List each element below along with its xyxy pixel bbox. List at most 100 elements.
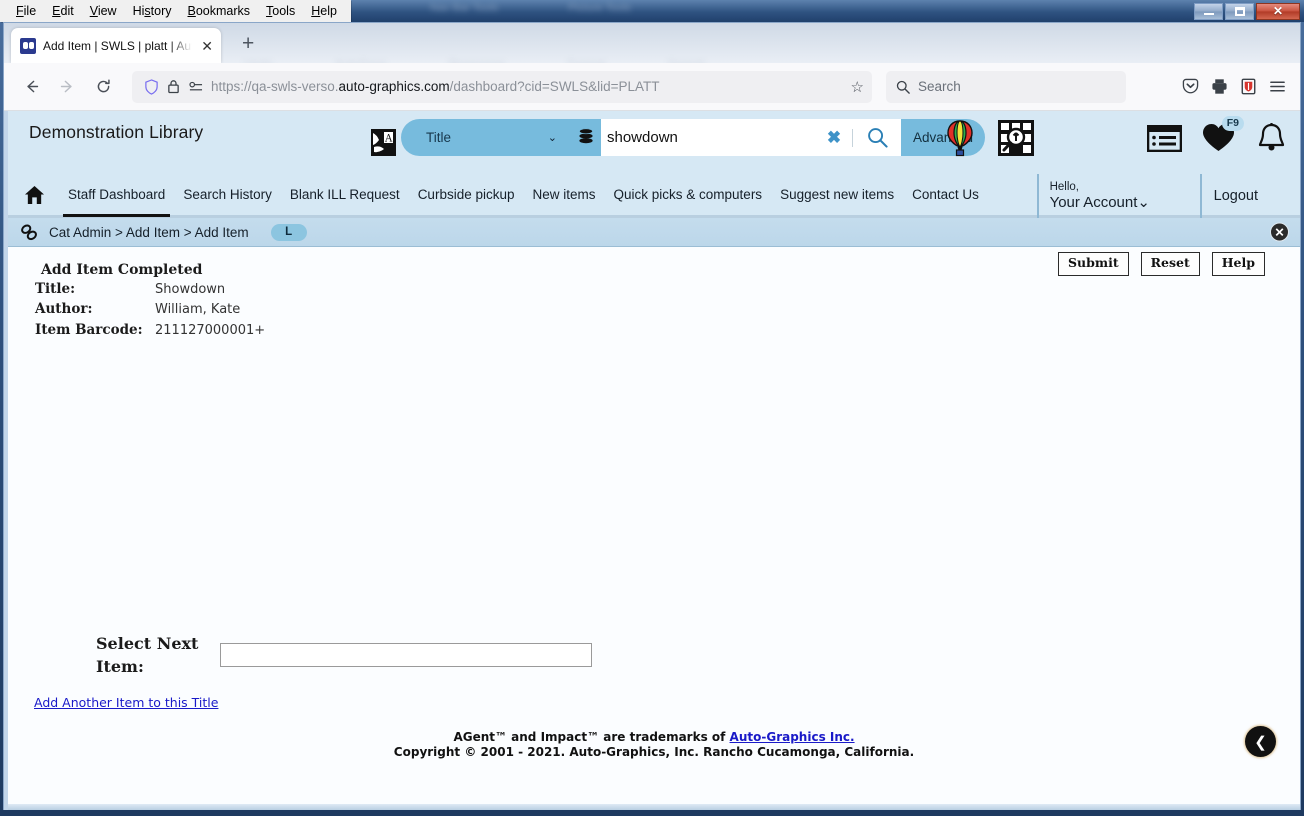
link-chain-icon[interactable]: [20, 223, 39, 241]
maximize-button[interactable]: [1225, 2, 1254, 20]
nav-quick-picks-computers[interactable]: Quick picks & computers: [605, 173, 772, 217]
field-author-label: Author:: [35, 301, 93, 317]
account-menu[interactable]: Hello, Your Account⌄: [1036, 174, 1150, 218]
browser-toolbar-icons: [1182, 78, 1290, 95]
window-controls[interactable]: ✕: [1194, 2, 1300, 20]
svg-text:A: A: [384, 134, 393, 145]
forward-button[interactable]: [50, 71, 84, 103]
browser-search-box[interactable]: Search: [886, 70, 1126, 103]
shield-icon[interactable]: [144, 78, 159, 95]
my-lists-icon[interactable]: [1147, 124, 1182, 152]
field-title-label: Title:: [35, 281, 76, 297]
browser-navbar: https://qa-swls-verso.auto-graphics.com/…: [4, 63, 1300, 111]
auto-graphics-link[interactable]: Auto-Graphics Inc.: [730, 730, 855, 744]
add-another-item-link[interactable]: Add Another Item to this Title: [34, 695, 218, 710]
chevron-left-icon: ❮: [1254, 733, 1267, 751]
form-content: Add Item Completed Submit Reset Help Tit…: [8, 247, 1300, 807]
library-name: Demonstration Library: [29, 122, 204, 142]
search-index-select[interactable]: Title ⌄: [401, 119, 571, 156]
select-next-item-input[interactable]: [220, 643, 592, 667]
close-window-button[interactable]: ✕: [1256, 2, 1300, 20]
favorites-heart-icon[interactable]: F9: [1202, 116, 1244, 153]
new-tab-button[interactable]: +: [242, 33, 254, 55]
menu-bar[interactable]: File Edit View History Bookmarks Tools H…: [0, 0, 351, 22]
close-icon[interactable]: ✕: [1270, 222, 1289, 242]
select-next-item-label: Select Next Item:: [96, 634, 199, 676]
menu-history[interactable]: History: [125, 2, 180, 20]
field-title-value: Showdown: [155, 282, 226, 297]
menu-tools[interactable]: Tools: [258, 2, 303, 20]
browser-tab[interactable]: Add Item | SWLS | platt | Auto-G ✕: [11, 28, 221, 63]
breadcrumb-badge[interactable]: L: [270, 223, 307, 241]
chevron-down-icon: ⌄: [547, 132, 557, 144]
search-submit-button[interactable]: [853, 119, 901, 156]
arrow-left-icon: [26, 80, 38, 93]
footer-line-2: Copyright © 2001 - 2021. Auto-Graphics, …: [393, 745, 915, 759]
back-button[interactable]: [14, 71, 48, 103]
nav-new-items[interactable]: New items: [524, 173, 605, 217]
browse-shelf-icon[interactable]: [997, 119, 1035, 157]
url-text: https://qa-swls-verso.auto-graphics.com/…: [211, 79, 660, 94]
print-icon[interactable]: [1211, 78, 1228, 95]
web-page-content: Demonstration Library A Title ⌄ showdown…: [4, 111, 1300, 810]
page-footer: AGent™ and Impact™ are trademarks of Aut…: [8, 730, 1300, 760]
submit-button[interactable]: Submit: [1058, 252, 1129, 276]
chevron-down-icon: ⌄: [1137, 194, 1150, 211]
reload-button[interactable]: [86, 71, 120, 103]
catalog-search-group: Title ⌄ showdown ✖ Advanced: [401, 119, 985, 156]
action-button-row: Submit Reset Help: [1058, 252, 1265, 276]
lock-icon[interactable]: [167, 79, 180, 94]
nav-curbside-pickup[interactable]: Curbside pickup: [409, 173, 524, 217]
translate-icon[interactable]: A: [371, 129, 396, 156]
menu-view[interactable]: View: [82, 2, 125, 20]
nav-suggest-new-items[interactable]: Suggest new items: [771, 173, 903, 217]
account-label: Your Account⌄: [1049, 194, 1150, 211]
breadcrumb-trail[interactable]: Cat Admin > Add Item > Add Item: [49, 225, 249, 240]
search-index-value: Title: [426, 130, 452, 145]
tab-strip: UndoAutoSaveRearrangeFormatSearch Add It…: [4, 23, 1300, 71]
nav-blank-ill-request[interactable]: Blank ILL Request: [281, 173, 409, 217]
reset-button[interactable]: Reset: [1140, 252, 1200, 276]
database-select-icon[interactable]: [571, 119, 601, 156]
app-header: Demonstration Library A Title ⌄ showdown…: [8, 111, 1300, 174]
search-icon: [867, 128, 888, 148]
database-icon: [579, 128, 593, 144]
arrow-right-icon: [60, 80, 72, 93]
menu-help[interactable]: Help: [303, 2, 345, 20]
extension-icon[interactable]: [1240, 78, 1257, 95]
field-author: Author: William, Kate: [35, 301, 240, 317]
address-bar[interactable]: https://qa-swls-verso.auto-graphics.com/…: [132, 70, 872, 103]
field-item-barcode: Item Barcode: 211127000001+: [35, 322, 265, 338]
nav-contact-us[interactable]: Contact Us: [903, 173, 988, 217]
search-query-input[interactable]: showdown: [601, 119, 816, 156]
menu-edit[interactable]: Edit: [44, 2, 82, 20]
minimize-button[interactable]: [1194, 2, 1223, 20]
pocket-icon[interactable]: [1182, 78, 1199, 95]
reload-icon: [97, 79, 110, 93]
menu-file[interactable]: File: [8, 2, 44, 20]
tab-close-icon[interactable]: ✕: [199, 39, 215, 53]
field-item-barcode-label: Item Barcode:: [35, 322, 143, 338]
logout-link[interactable]: Logout: [1199, 174, 1258, 218]
help-button[interactable]: Help: [1211, 252, 1265, 276]
search-query-value: showdown: [607, 129, 678, 146]
bookmark-star-icon[interactable]: ☆: [851, 78, 864, 96]
breadcrumb-bar: Cat Admin > Add Item > Add Item L ✕: [8, 218, 1300, 247]
logout-label: Logout: [1213, 188, 1258, 204]
menu-bookmarks[interactable]: Bookmarks: [180, 2, 259, 20]
balloon-icon[interactable]: [945, 119, 975, 157]
field-item-barcode-value: 211127000001+: [155, 323, 266, 338]
home-icon[interactable]: [24, 185, 45, 205]
back-button-circle[interactable]: ❮: [1245, 726, 1276, 757]
nav-staff-dashboard[interactable]: Staff Dashboard: [59, 173, 174, 217]
favicon-icon: [20, 37, 36, 54]
clear-search-icon[interactable]: ✖: [816, 119, 852, 156]
titlebar-ghost-artifact: Nav Bar Tools Picture Tools: [430, 2, 632, 14]
page-bottom-edge: [8, 804, 1300, 810]
notification-bell-icon[interactable]: [1257, 122, 1286, 154]
permissions-icon[interactable]: [188, 80, 203, 94]
field-author-value: William, Kate: [155, 302, 241, 317]
menu-icon[interactable]: [1269, 78, 1286, 95]
hello-label: Hello,: [1049, 181, 1079, 193]
nav-search-history[interactable]: Search History: [174, 173, 281, 217]
